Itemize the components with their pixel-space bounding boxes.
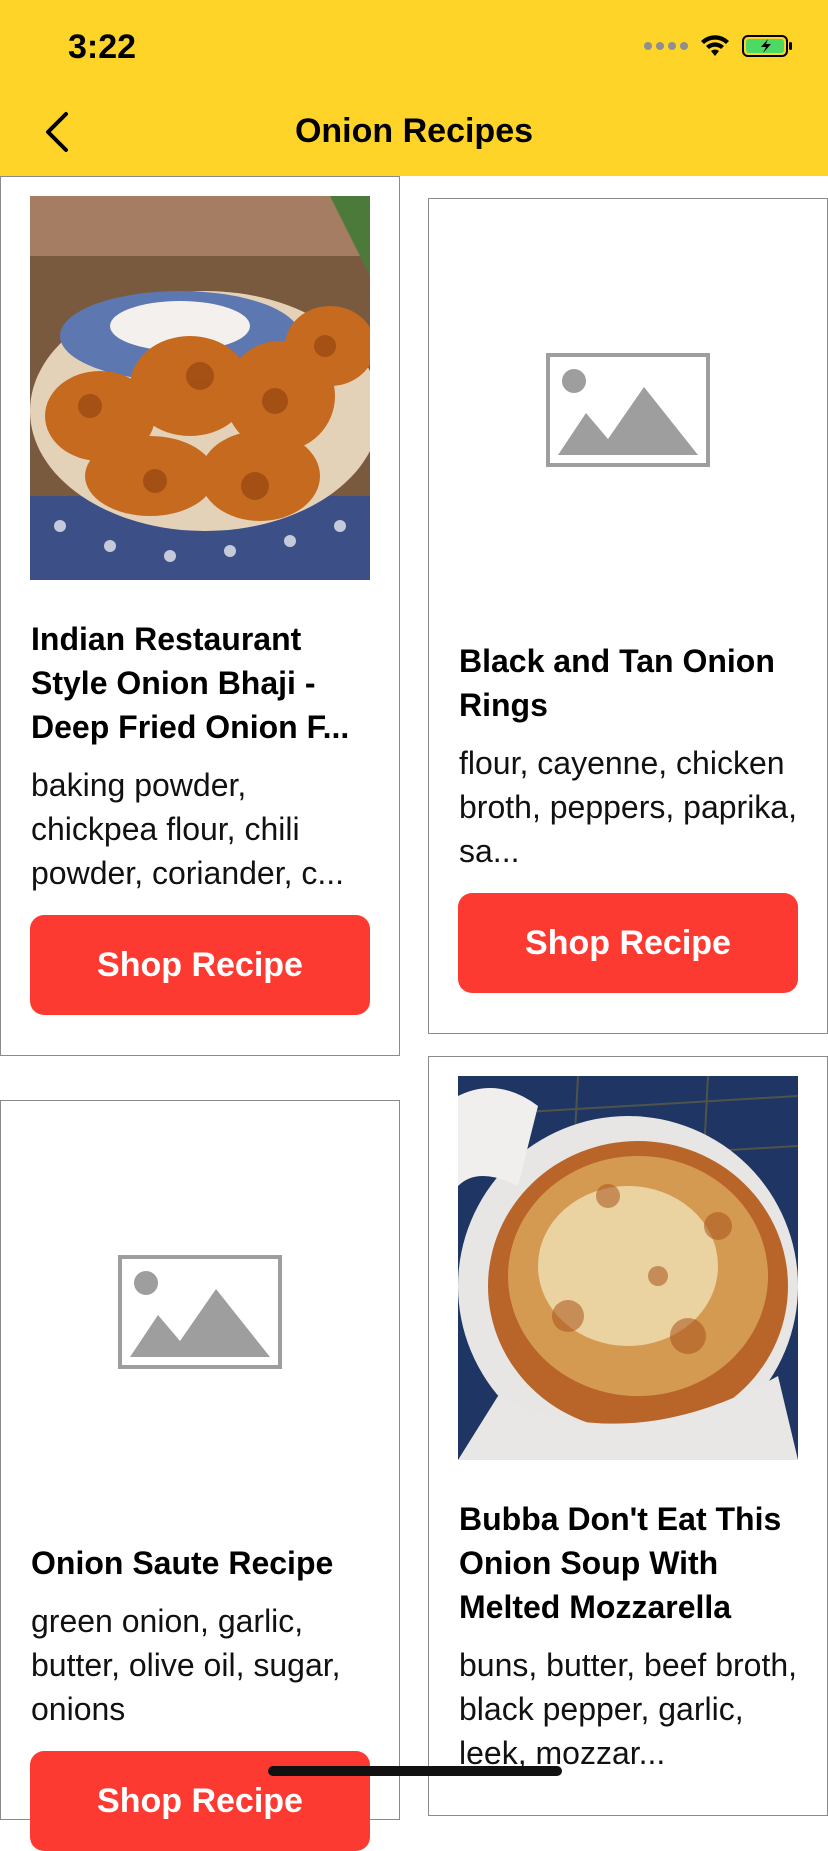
recipe-ingredients: flour, cayenne, chicken broth, peppers, … — [459, 745, 797, 869]
home-indicator[interactable] — [268, 1766, 562, 1776]
recipe-title: Bubba Don't Eat This Onion Soup With Mel… — [459, 1501, 782, 1625]
recipe-image — [458, 1076, 798, 1460]
image-placeholder-icon — [30, 1120, 370, 1504]
recipe-title: Onion Saute Recipe — [31, 1545, 334, 1581]
recipe-image — [30, 196, 370, 580]
recipe-card[interactable]: Onion Saute Recipe green onion, garlic, … — [0, 1100, 400, 1851]
recipe-ingredients: buns, butter, beef broth, black pepper, … — [459, 1647, 798, 1771]
page-title: Onion Recipes — [294, 112, 534, 150]
shop-recipe-button[interactable]: Shop Recipe — [458, 893, 798, 993]
signal-icon — [644, 42, 688, 50]
recipe-title: Indian Restaurant Style Onion Bhaji - De… — [31, 621, 350, 745]
navigation-header: 3:22 Onion Recipes — [0, 0, 828, 176]
battery-icon — [742, 35, 792, 57]
recipe-title: Black and Tan Onion Rings — [459, 643, 775, 723]
status-icons — [644, 34, 794, 58]
recipe-card[interactable]: Black and Tan Onion Rings flour, cayenne… — [428, 198, 828, 1034]
recipe-ingredients: green onion, garlic, butter, olive oil, … — [31, 1603, 341, 1727]
status-time: 3:22 — [68, 28, 137, 66]
wifi-icon — [701, 35, 729, 56]
shop-recipe-button[interactable]: Shop Recipe — [30, 915, 370, 1015]
recipe-card[interactable]: Indian Restaurant Style Onion Bhaji - De… — [0, 176, 400, 1056]
recipe-ingredients: baking powder, chickpea flour, chili pow… — [31, 767, 345, 891]
recipe-card[interactable]: Bubba Don't Eat This Onion Soup With Mel… — [428, 1056, 828, 1816]
image-placeholder-icon — [458, 218, 798, 602]
